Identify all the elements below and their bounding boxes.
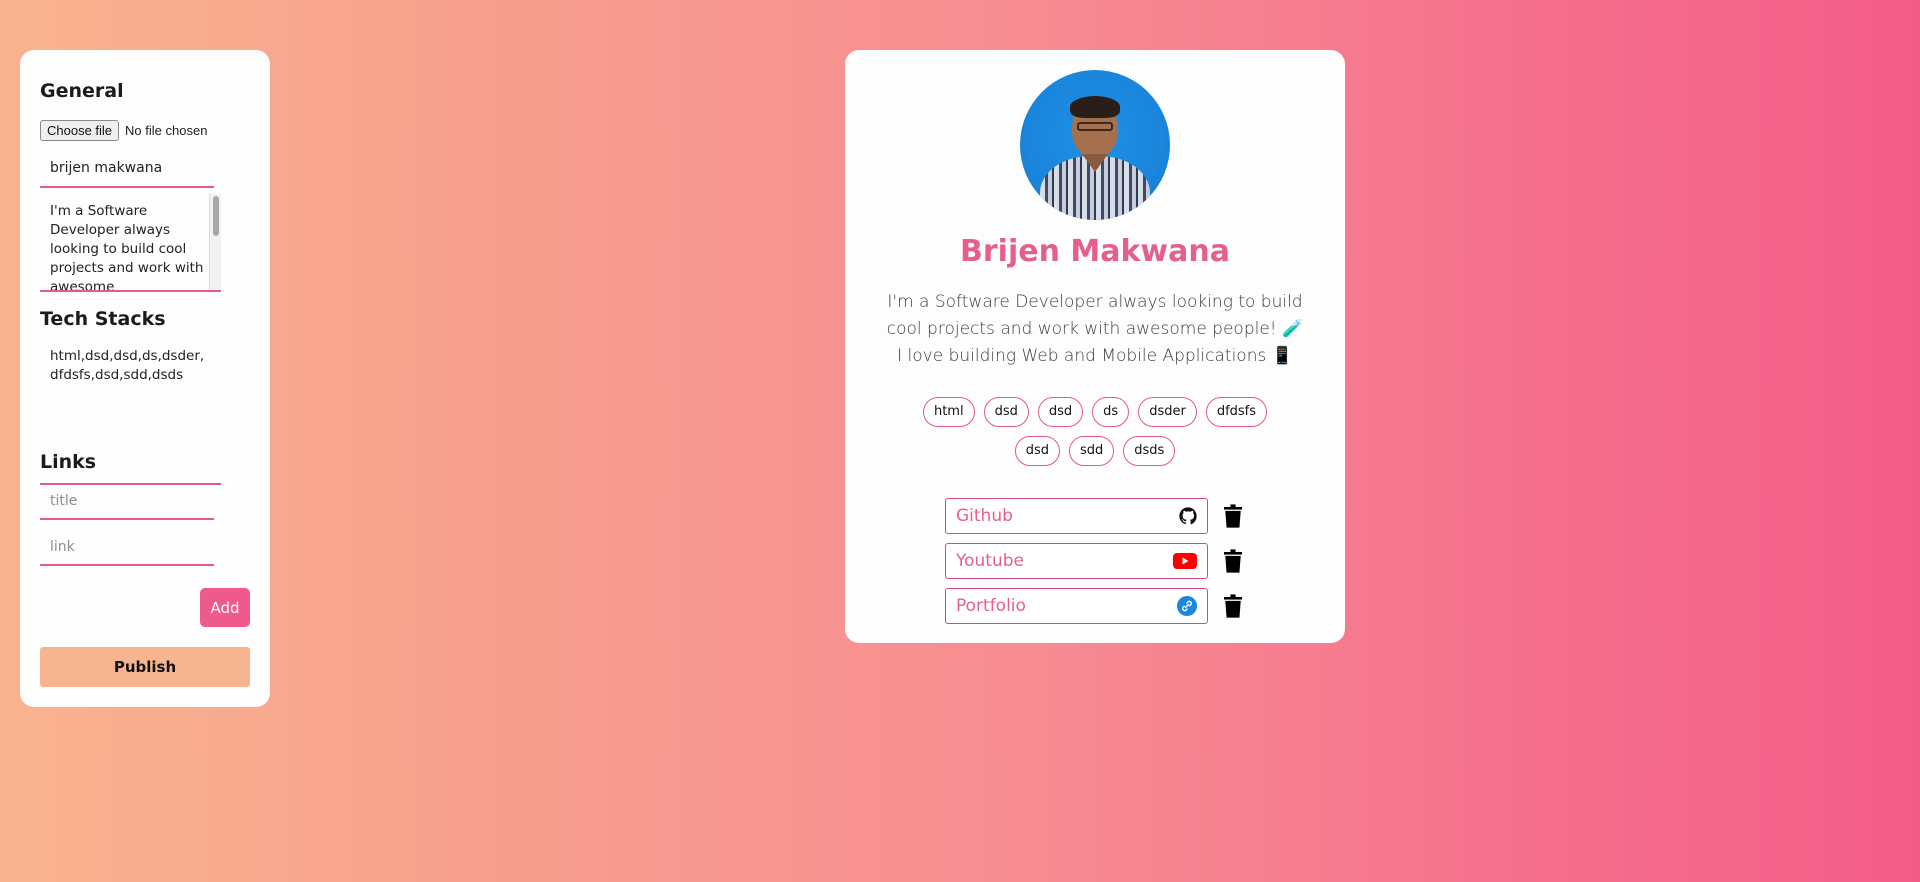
tech-stacks-heading: Tech Stacks — [40, 308, 166, 330]
link-youtube[interactable]: Youtube — [945, 543, 1208, 579]
tech-chip: ds — [1092, 397, 1130, 427]
tech-chips: html dsd dsd ds dsder dfdsfs dsd sdd dsd… — [915, 397, 1275, 466]
profile-card: Brijen Makwana I'm a Software Developer … — [845, 50, 1345, 643]
link-row: Youtube — [945, 543, 1242, 579]
links-heading: Links — [40, 451, 97, 473]
link-github[interactable]: Github — [945, 498, 1208, 534]
bio-scrollbar[interactable] — [209, 194, 221, 290]
link-title: Portfolio — [956, 596, 1026, 616]
tech-chip: dsder — [1138, 397, 1197, 427]
choose-file-button[interactable]: Choose file — [40, 120, 120, 141]
delete-portfolio-icon[interactable] — [1224, 594, 1242, 618]
avatar-hair — [1070, 96, 1120, 118]
github-icon — [1179, 507, 1197, 525]
profile-bio: I'm a Software Developer always looking … — [886, 292, 1304, 366]
avatar — [1020, 70, 1170, 220]
editor-panel: General Choose file No file chosen I'm a… — [20, 50, 270, 707]
link-url-input[interactable] — [40, 530, 214, 566]
bio-scrollbar-thumb[interactable] — [213, 196, 219, 236]
tech-stacks-text: html,dsd,dsd,ds,dsder,dfdsfs,dsd,sdd,dsd… — [50, 348, 205, 383]
profile-links: Github Youtube Portfolio — [945, 498, 1242, 633]
tech-chip: dsd — [1037, 397, 1084, 427]
general-heading: General — [40, 80, 124, 102]
profile-name: Brijen Makwana — [960, 234, 1230, 269]
tech-chip: sdd — [1068, 436, 1115, 466]
link-row: Portfolio — [945, 588, 1242, 624]
tech-chip: dsd — [983, 397, 1029, 427]
tech-chip: html — [922, 397, 975, 427]
tech-chip: dfdsfs — [1205, 397, 1268, 427]
link-row: Github — [945, 498, 1242, 534]
add-link-button[interactable]: Add — [200, 588, 250, 627]
link-title: Github — [956, 506, 1013, 526]
delete-youtube-icon[interactable] — [1224, 549, 1242, 573]
publish-button[interactable]: Publish — [40, 647, 250, 687]
avatar-glasses — [1077, 122, 1113, 131]
bio-textarea[interactable]: I'm a Software Developer always looking … — [40, 192, 221, 292]
tech-chip: dsds — [1123, 436, 1176, 466]
delete-github-icon[interactable] — [1224, 504, 1242, 528]
youtube-icon — [1173, 553, 1197, 569]
bio-text: I'm a Software Developer always looking … — [50, 203, 204, 292]
name-input[interactable] — [40, 150, 214, 188]
link-portfolio[interactable]: Portfolio — [945, 588, 1208, 624]
file-upload: Choose file No file chosen — [40, 120, 207, 141]
file-status: No file chosen — [125, 123, 208, 138]
link-title: Youtube — [956, 551, 1024, 571]
link-icon — [1177, 596, 1197, 616]
tech-chip: dsd — [1014, 436, 1060, 466]
link-title-input[interactable] — [40, 484, 214, 520]
